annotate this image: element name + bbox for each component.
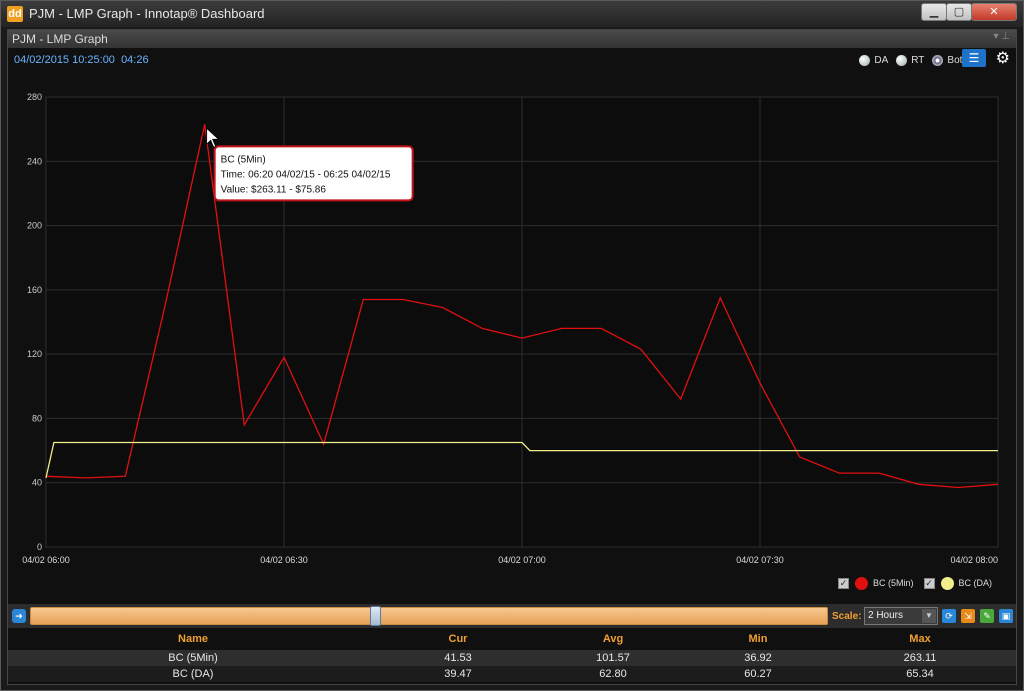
cell-cur: 39.47 bbox=[444, 668, 472, 680]
stats-header-row: Name Cur Avg Min Max bbox=[8, 630, 1016, 650]
x-tick-label: 04/02 08:00 bbox=[950, 555, 998, 565]
y-tick-label: 160 bbox=[27, 285, 42, 295]
cell-min: 60.27 bbox=[744, 668, 772, 680]
timestamp-datetime: 04/02/2015 10:25:00 bbox=[14, 54, 115, 66]
minimize-button[interactable]: ▁ bbox=[921, 3, 947, 21]
legend-dot-5min bbox=[855, 576, 868, 590]
y-tick-label: 240 bbox=[27, 156, 42, 166]
radio-da-label[interactable]: DA bbox=[874, 55, 888, 66]
x-tick-label: 04/02 07:30 bbox=[736, 555, 784, 565]
panel-header: PJM - LMP Graph ▾ ⊥ bbox=[8, 30, 1016, 48]
legend-dot-da bbox=[940, 576, 954, 590]
col-min[interactable]: Min bbox=[688, 633, 828, 645]
timestamp: 04/02/2015 10:25:00 04:26 bbox=[14, 54, 149, 66]
list-icon[interactable]: ☰ bbox=[962, 49, 986, 67]
radio-rt-label[interactable]: RT bbox=[911, 55, 924, 66]
panel-title: PJM - LMP Graph bbox=[12, 32, 108, 46]
refresh-icon[interactable]: ⟳ bbox=[942, 609, 956, 623]
cell-max: 65.34 bbox=[906, 668, 934, 680]
y-tick-label: 120 bbox=[27, 349, 42, 359]
x-tick-label: 04/02 06:00 bbox=[22, 555, 70, 565]
radio-rt[interactable] bbox=[896, 54, 908, 66]
title-bar[interactable]: dd PJM - LMP Graph - Innotap® Dashboard … bbox=[1, 1, 1023, 27]
cell-avg: 101.57 bbox=[596, 652, 630, 664]
chart-tooltip: BC (5Min) Time: 06:20 04/02/15 - 06:25 04… bbox=[213, 145, 414, 202]
scale-select[interactable]: 2 Hours ▼ bbox=[864, 607, 938, 625]
panel-pin-icon[interactable]: ▾ ⊥ bbox=[993, 31, 1010, 42]
tooltip-line: Value: $263.11 - $75.86 bbox=[221, 184, 327, 195]
close-button[interactable]: ✕ bbox=[971, 3, 1017, 21]
table-row[interactable]: BC (5Min) 41.53 101.57 36.92 263.11 bbox=[8, 650, 1016, 666]
time-range-thumb[interactable] bbox=[370, 606, 381, 626]
window-title: PJM - LMP Graph - Innotap® Dashboard bbox=[29, 6, 265, 21]
y-tick-label: 40 bbox=[32, 478, 42, 488]
table-row[interactable]: BC (DA) 39.47 62.80 60.27 65.34 bbox=[8, 666, 1016, 682]
lmp-graph-panel: PJM - LMP Graph ▾ ⊥ 04/02/2015 10:25:00 … bbox=[7, 29, 1017, 685]
export-icon[interactable]: ⇲ bbox=[961, 609, 975, 623]
lmp-line-chart[interactable]: 0 40 80 120 160 200 240 280 04/02 06:00 04/02 06:… bbox=[8, 85, 1016, 600]
col-max[interactable]: Max bbox=[850, 633, 990, 645]
col-cur[interactable]: Cur bbox=[388, 633, 528, 645]
stats-table: Name Cur Avg Min Max BC (5Min) 41.53 101… bbox=[8, 630, 1016, 682]
cell-name: BC (DA) bbox=[172, 668, 214, 680]
y-tick-label: 80 bbox=[32, 413, 42, 423]
x-tick-label: 04/02 06:30 bbox=[260, 555, 308, 565]
legend-checkbox-5min[interactable]: ✓ bbox=[838, 577, 849, 589]
col-name[interactable]: Name bbox=[88, 633, 298, 645]
chevron-down-icon[interactable]: ▼ bbox=[922, 609, 936, 623]
cell-avg: 62.80 bbox=[599, 668, 627, 680]
legend-label-5min: BC (5Min) bbox=[873, 578, 914, 588]
save-icon[interactable]: ▣ bbox=[999, 609, 1013, 623]
arrow-right-icon[interactable]: ➔ bbox=[12, 609, 26, 623]
col-avg[interactable]: Avg bbox=[543, 633, 683, 645]
y-tick-label: 0 bbox=[37, 542, 42, 552]
tooltip-line: Time: 06:20 04/02/15 - 06:25 04/02/15 bbox=[221, 169, 391, 180]
cell-min: 36.92 bbox=[744, 652, 772, 664]
chart-legend: ✓ BC (5Min) ✓ BC (DA) bbox=[838, 575, 992, 591]
legend-checkbox-da[interactable]: ✓ bbox=[923, 577, 935, 589]
innotap-app-icon: dd bbox=[7, 6, 23, 22]
cell-cur: 41.53 bbox=[444, 652, 472, 664]
y-tick-label: 200 bbox=[27, 221, 42, 231]
app-window: dd PJM - LMP Graph - Innotap® Dashboard … bbox=[0, 0, 1024, 691]
legend-label-da: BC (DA) bbox=[958, 578, 993, 588]
radio-both[interactable] bbox=[932, 54, 944, 66]
radio-da[interactable] bbox=[859, 54, 871, 66]
edit-icon[interactable]: ✎ bbox=[980, 609, 994, 623]
scale-label: Scale: bbox=[832, 611, 862, 622]
x-tick-label: 04/02 07:00 bbox=[498, 555, 546, 565]
cell-name: BC (5Min) bbox=[168, 652, 218, 664]
time-scroller: ➔ Scale: 2 Hours ▼ ⟳ ⇲ ✎ ▣ bbox=[8, 604, 1016, 628]
tooltip-line: BC (5Min) bbox=[221, 154, 266, 165]
maximize-button[interactable]: ▢ bbox=[946, 3, 972, 21]
time-range-track[interactable] bbox=[30, 607, 828, 625]
gear-icon[interactable]: ⚙ bbox=[996, 48, 1010, 68]
timestamp-countdown: 04:26 bbox=[121, 54, 149, 66]
scale-select-value: 2 Hours bbox=[868, 610, 904, 621]
y-tick-label: 280 bbox=[27, 92, 42, 102]
mode-selector: DA RT Both bbox=[851, 52, 968, 68]
cell-max: 263.11 bbox=[903, 652, 937, 664]
